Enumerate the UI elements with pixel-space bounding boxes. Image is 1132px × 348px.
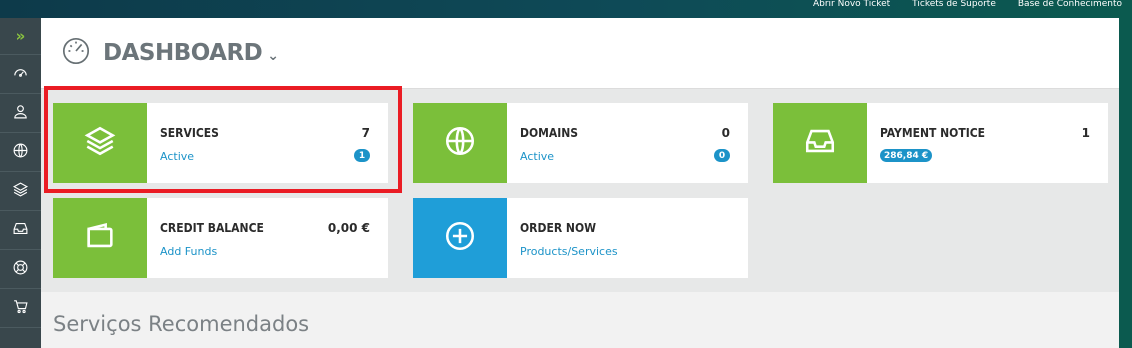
highlight-box [44,86,402,193]
add-funds-link[interactable]: Add Funds [160,245,217,258]
payment-notice-card[interactable]: PAYMENT NOTICE 1 286,84 € [773,103,1108,183]
payment-body: PAYMENT NOTICE 1 286,84 € [867,103,1108,183]
products-services-link[interactable]: Products/Services [520,245,618,258]
sidebar-item-services[interactable] [0,172,41,211]
plus-circle-icon [443,219,477,257]
credit-balance-card[interactable]: CREDIT BALANCE 0,00 € Add Funds [53,198,388,278]
order-now-card[interactable]: ORDER NOW Products/Services [413,198,748,278]
credit-tile [53,198,147,278]
domains-tile [413,103,507,183]
layers-icon [12,181,29,202]
main-content: DASHBOARD ⌄ SERVICES 7 Active 1 DOMAINS … [41,18,1119,348]
page-header: DASHBOARD ⌄ [41,18,1119,89]
cart-icon [12,298,29,319]
order-body: ORDER NOW Products/Services [507,198,748,278]
globe-icon [12,142,29,163]
domains-active-link[interactable]: Active [520,150,554,163]
sidebar-item-domains[interactable] [0,133,41,172]
open-ticket-link[interactable]: Abrir Novo Ticket [813,0,890,10]
domains-count: 0 [721,126,730,140]
credit-amount: 0,00 € [327,221,370,235]
payment-amount-badge[interactable]: 286,84 € [880,149,933,162]
order-title: ORDER NOW [520,221,597,235]
globe-icon [443,124,477,162]
lifebuoy-icon [12,259,29,280]
dashboard-gauge-icon [61,36,91,70]
domains-title: DOMAINS [520,126,579,140]
domains-body: DOMAINS 0 Active 0 [507,103,748,183]
wallet-icon [83,219,117,257]
sidebar-toggle-button[interactable]: » [0,18,41,55]
top-bar: Abrir Novo Ticket Tickets de Suporte Bas… [0,0,1132,18]
sidebar: » [0,18,41,348]
user-icon [12,103,29,124]
sidebar-item-order[interactable] [0,289,41,328]
support-tickets-link[interactable]: Tickets de Suporte [912,0,996,10]
payment-title: PAYMENT NOTICE [880,126,985,140]
inbox-icon [12,220,29,241]
domains-active-badge: 0 [714,149,730,162]
sidebar-item-billing[interactable] [0,211,41,250]
chevron-down-icon[interactable]: ⌄ [267,48,279,64]
sidebar-item-account[interactable] [0,94,41,133]
top-links: Abrir Novo Ticket Tickets de Suporte Bas… [813,0,1122,10]
credit-body: CREDIT BALANCE 0,00 € Add Funds [147,198,388,278]
sidebar-item-support[interactable] [0,250,41,289]
payment-count: 1 [1081,126,1090,140]
gauge-icon [12,64,29,85]
inbox-icon [803,124,837,162]
sidebar-item-dashboard[interactable] [0,55,41,94]
payment-tile [773,103,867,183]
recommended-section: Serviços Recomendados [41,292,1119,348]
page-title: DASHBOARD [103,40,263,66]
recommended-title: Serviços Recomendados [53,312,310,336]
knowledge-base-link[interactable]: Base de Conhecimento [1018,0,1122,10]
domains-card[interactable]: DOMAINS 0 Active 0 [413,103,748,183]
credit-title: CREDIT BALANCE [160,221,264,235]
order-tile [413,198,507,278]
